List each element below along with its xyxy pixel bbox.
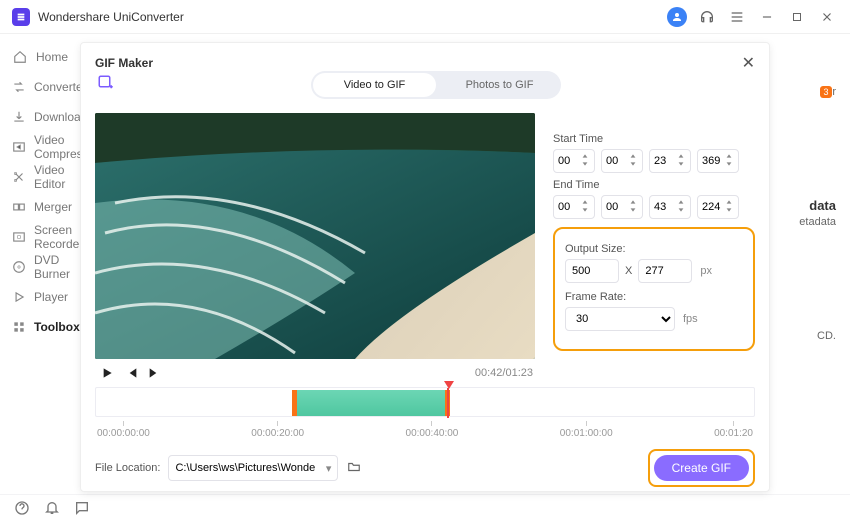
bell-icon[interactable]	[44, 500, 60, 519]
prev-frame-button[interactable]	[123, 365, 139, 381]
titlebar: Wondershare UniConverter	[0, 0, 850, 34]
sidebar-item-editor[interactable]: Video Editor	[0, 162, 80, 192]
output-size-label: Output Size:	[565, 243, 743, 255]
sidebar-item-label: Player	[34, 290, 68, 304]
button-label: Create GIF	[672, 461, 731, 475]
sidebar-item-label: Screen Recorder	[34, 223, 83, 251]
x-label: X	[625, 265, 632, 277]
sidebar-item-label: Converter	[34, 80, 87, 94]
modal-close-button[interactable]: ✕	[742, 53, 755, 73]
minimize-button[interactable]	[756, 6, 778, 28]
end-ss[interactable]	[649, 195, 691, 219]
frame-rate-select[interactable]: 30	[565, 307, 675, 331]
end-mm[interactable]	[601, 195, 643, 219]
fps-label: fps	[683, 313, 698, 325]
chevron-down-icon[interactable]: ▾	[326, 462, 332, 475]
tab-label: Photos to GIF	[466, 79, 534, 91]
ruler-tick: 00:01:20	[714, 421, 753, 439]
start-mm[interactable]	[601, 149, 643, 173]
start-time-label: Start Time	[553, 133, 755, 145]
playhead[interactable]	[444, 380, 454, 390]
end-hh[interactable]	[553, 195, 595, 219]
tab-video-to-gif[interactable]: Video to GIF	[313, 73, 436, 97]
sidebar-item-recorder[interactable]: Screen Recorder	[0, 222, 80, 252]
start-hh[interactable]	[553, 149, 595, 173]
sidebar: Home Converter Downloader Video Compress…	[0, 34, 80, 494]
add-file-icon[interactable]	[95, 73, 117, 93]
mode-tabs: Video to GIF Photos to GIF	[311, 71, 561, 99]
sidebar-item-label: Home	[36, 50, 68, 64]
merge-icon	[12, 199, 26, 215]
open-folder-button[interactable]	[346, 460, 362, 477]
sidebar-item-toolbox[interactable]: Toolbox	[0, 312, 80, 342]
statusbar	[0, 494, 850, 524]
record-icon	[12, 229, 26, 245]
notification-badge: 3	[820, 86, 832, 98]
timeline-ruler: 00:00:00:00 00:00:20:00 00:00:40:00 00:0…	[95, 421, 755, 439]
create-gif-button[interactable]: Create GIF	[654, 455, 749, 481]
sidebar-item-compressor[interactable]: Video Compressor	[0, 132, 80, 162]
video-preview[interactable]	[95, 113, 535, 359]
modal-title: GIF Maker	[95, 56, 153, 70]
headset-icon[interactable]	[696, 6, 718, 28]
scissors-icon	[12, 169, 26, 185]
maximize-button[interactable]	[786, 6, 808, 28]
grid-icon	[12, 319, 26, 335]
next-frame-button[interactable]	[147, 365, 163, 381]
help-icon[interactable]	[14, 500, 30, 519]
sidebar-item-label: Toolbox	[34, 320, 80, 334]
app-logo	[12, 8, 30, 26]
sidebar-item-dvd[interactable]: DVD Burner	[0, 252, 80, 282]
ruler-tick: 00:01:00:00	[560, 421, 613, 439]
ruler-tick: 00:00:20:00	[251, 421, 304, 439]
end-ms[interactable]	[697, 195, 739, 219]
properties-panel: Start Time End Time	[553, 113, 755, 383]
timeline: 00:00:00:00 00:00:20:00 00:00:40:00 00:0…	[95, 387, 755, 439]
gif-maker-modal: GIF Maker ✕ Video to GIF Photos to GIF	[80, 42, 770, 492]
app-title: Wondershare UniConverter	[38, 10, 184, 24]
output-settings-highlight: Output Size: X px Frame Rate: 30 fps	[553, 227, 755, 351]
sidebar-item-merger[interactable]: Merger	[0, 192, 80, 222]
timeline-clip[interactable]	[292, 390, 450, 416]
bg-cd: CD.	[817, 330, 836, 342]
file-location-input[interactable]: ▾	[168, 455, 338, 481]
sidebar-item-label: Merger	[34, 200, 72, 214]
output-width-input[interactable]	[565, 259, 619, 283]
file-location-label: File Location:	[95, 462, 160, 474]
bg-data-title: data	[809, 198, 836, 213]
menu-icon[interactable]	[726, 6, 748, 28]
timeline-track[interactable]	[95, 387, 755, 417]
start-ss[interactable]	[649, 149, 691, 173]
px-label: px	[700, 265, 712, 277]
output-height-input[interactable]	[638, 259, 692, 283]
create-gif-highlight: Create GIF	[648, 449, 755, 487]
close-button[interactable]	[816, 6, 838, 28]
compress-icon	[12, 139, 26, 155]
tab-label: Video to GIF	[344, 79, 406, 91]
sidebar-item-label: DVD Burner	[34, 253, 70, 281]
sidebar-item-converter[interactable]: Converter	[0, 72, 80, 102]
play-button[interactable]	[99, 365, 115, 381]
playback-controls: 00:42/01:23	[95, 359, 537, 383]
convert-icon	[12, 79, 26, 95]
sidebar-item-label: Video Editor	[34, 163, 68, 191]
start-ms[interactable]	[697, 149, 739, 173]
end-time-label: End Time	[553, 179, 755, 191]
account-avatar[interactable]	[666, 6, 688, 28]
sidebar-item-home[interactable]: Home	[0, 42, 80, 72]
download-icon	[12, 109, 26, 125]
feedback-icon[interactable]	[74, 500, 90, 519]
home-icon	[12, 49, 28, 65]
ruler-tick: 00:00:00:00	[97, 421, 150, 439]
tab-photos-to-gif[interactable]: Photos to GIF	[438, 71, 561, 99]
frame-rate-label: Frame Rate:	[565, 291, 743, 303]
play-icon	[12, 289, 26, 305]
ruler-tick: 00:00:40:00	[406, 421, 459, 439]
time-display: 00:42/01:23	[475, 367, 533, 379]
sidebar-item-player[interactable]: Player	[0, 282, 80, 312]
disc-icon	[12, 259, 26, 275]
content-area: tor 3 data etadata CD. GIF Maker ✕ Video…	[80, 34, 850, 494]
bg-metadata: etadata	[799, 216, 836, 228]
sidebar-item-downloader[interactable]: Downloader	[0, 102, 80, 132]
